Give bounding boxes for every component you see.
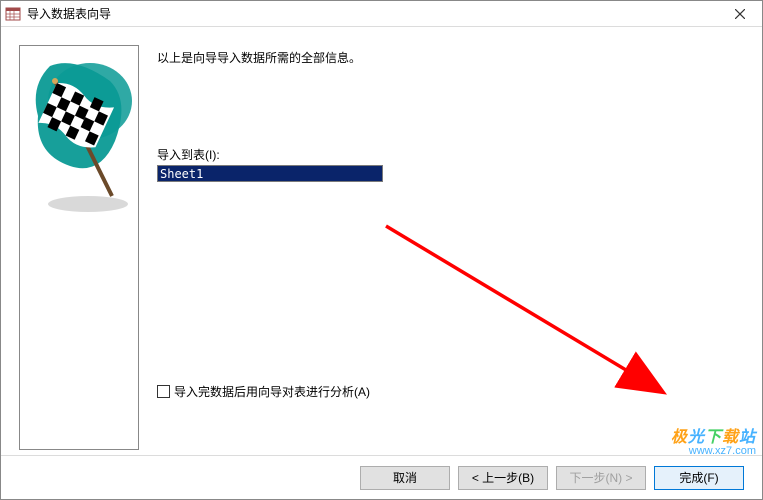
analyze-checkbox-label: 导入完数据后用向导对表进行分析(A) <box>174 383 370 400</box>
import-to-label: 导入到表(I): <box>157 146 744 163</box>
import-to-group: 导入到表(I): <box>157 146 744 182</box>
analyze-checkbox-row: 导入完数据后用向导对表进行分析(A) <box>157 383 370 400</box>
content-area: 以上是向导导入数据所需的全部信息。 导入到表(I): 导入完数据后用向导对表进行… <box>1 27 762 455</box>
info-text: 以上是向导导入数据所需的全部信息。 <box>157 49 744 66</box>
wizard-banner-image <box>19 45 139 450</box>
analyze-checkbox[interactable] <box>157 385 170 398</box>
button-bar: 取消 < 上一步(B) 下一步(N) > 完成(F) <box>1 455 762 499</box>
finish-button[interactable]: 完成(F) <box>654 466 744 490</box>
close-button[interactable] <box>718 1 762 27</box>
app-icon <box>5 6 21 22</box>
next-button: 下一步(N) > <box>556 466 646 490</box>
main-panel: 以上是向导导入数据所需的全部信息。 导入到表(I): 导入完数据后用向导对表进行… <box>139 45 744 455</box>
import-to-input[interactable] <box>157 165 383 182</box>
window-title: 导入数据表向导 <box>27 5 758 22</box>
close-icon <box>735 6 745 22</box>
back-button[interactable]: < 上一步(B) <box>458 466 548 490</box>
titlebar: 导入数据表向导 <box>1 1 762 27</box>
wizard-window: 导入数据表向导 <box>0 0 763 500</box>
cancel-button[interactable]: 取消 <box>360 466 450 490</box>
